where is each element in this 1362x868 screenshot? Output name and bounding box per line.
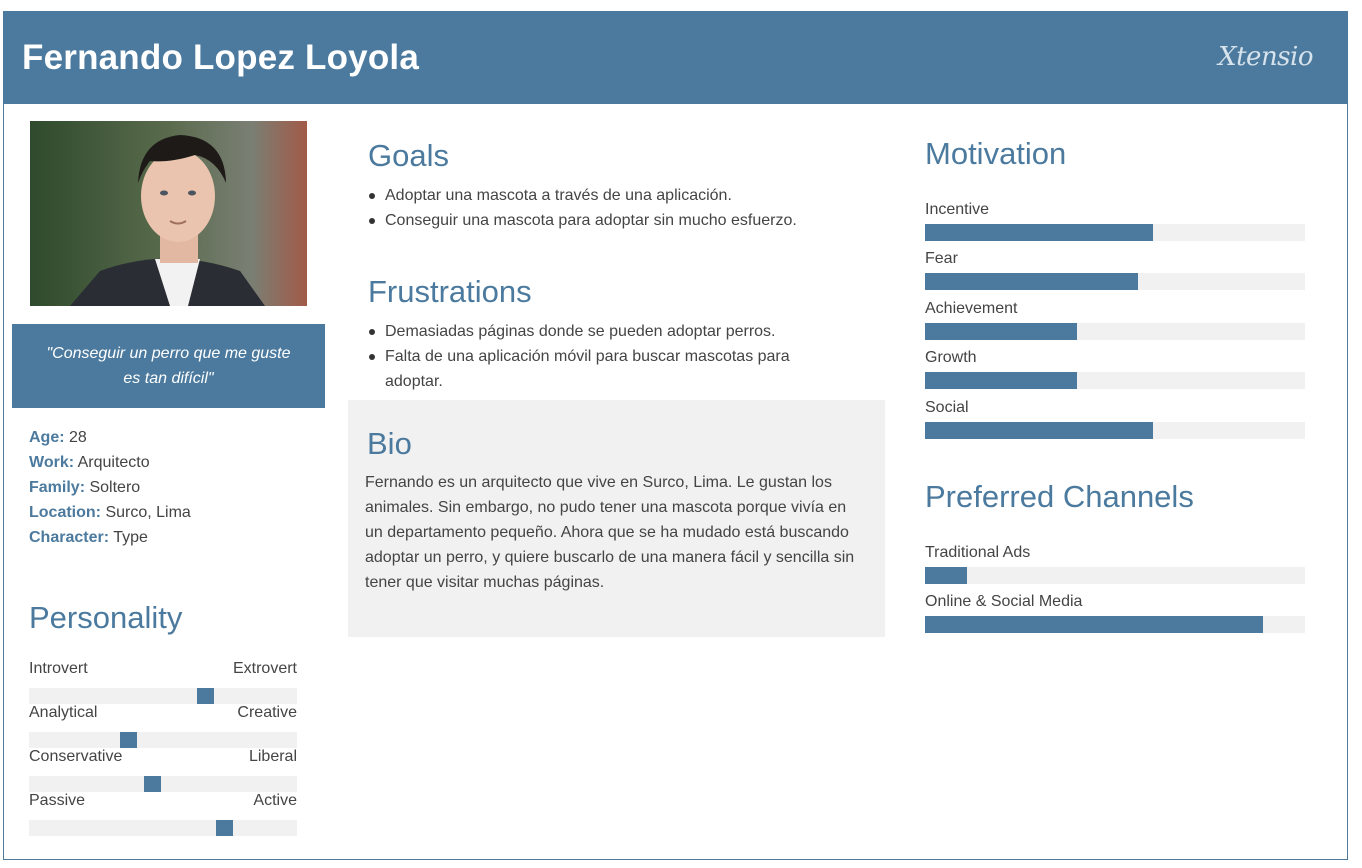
- info-value: Type: [113, 529, 148, 546]
- list-item: Falta de una aplicación móvil para busca…: [367, 344, 847, 394]
- frustrations-heading: Frustrations: [368, 274, 532, 309]
- bar-track: [925, 616, 1305, 633]
- motivation-bar: Fear: [925, 248, 1305, 293]
- header-bar: Fernando Lopez Loyola Xtensio: [4, 12, 1347, 104]
- bio-text: Fernando es un arquitecto que vive en Su…: [365, 474, 855, 591]
- info-label: Location:: [29, 504, 101, 521]
- bar-fill: [925, 372, 1077, 389]
- motivation-bar: Social: [925, 397, 1305, 442]
- info-value: 28: [69, 429, 87, 446]
- demographics-list: Age: 28 Work: Arquitecto Family: Soltero…: [29, 425, 191, 550]
- bar-label: Social: [925, 399, 969, 416]
- bar-track: [925, 422, 1305, 439]
- slider-left-label: Introvert: [29, 660, 88, 677]
- info-value: Arquitecto: [77, 454, 150, 471]
- profile-photo: [30, 121, 307, 306]
- bar-fill: [925, 422, 1153, 439]
- bar-label: Fear: [925, 250, 958, 267]
- slider-left-label: Analytical: [29, 704, 98, 721]
- list-item: Adoptar una mascota a través de una apli…: [367, 183, 847, 208]
- personality-slider: Passive Active: [29, 792, 297, 836]
- info-label: Age:: [29, 429, 65, 446]
- slider-thumb[interactable]: [144, 776, 161, 792]
- persona-quote: "Conseguir un perro que me guste es tan …: [12, 324, 325, 408]
- motivation-heading: Motivation: [925, 136, 1067, 171]
- bar-fill: [925, 224, 1153, 241]
- channel-bar: Online & Social Media: [925, 591, 1305, 636]
- bar-label: Growth: [925, 349, 977, 366]
- slider-right-label: Active: [253, 792, 297, 809]
- bio-panel: Bio Fernando es un arquitecto que vive e…: [348, 400, 885, 637]
- slider-track[interactable]: [29, 776, 297, 792]
- slider-track[interactable]: [29, 820, 297, 836]
- personality-heading: Personality: [29, 600, 183, 635]
- bar-fill: [925, 273, 1138, 290]
- bar-track: [925, 224, 1305, 241]
- info-location: Location: Surco, Lima: [29, 500, 191, 525]
- goals-heading: Goals: [368, 138, 449, 173]
- info-label: Character:: [29, 529, 110, 546]
- bar-label: Online & Social Media: [925, 593, 1083, 610]
- motivation-bar: Incentive: [925, 199, 1305, 244]
- info-family: Family: Soltero: [29, 475, 191, 500]
- slider-track[interactable]: [29, 688, 297, 704]
- list-item: Demasiadas páginas donde se pueden adopt…: [367, 319, 847, 344]
- bar-label: Incentive: [925, 201, 990, 218]
- list-item: Conseguir una mascota para adoptar sin m…: [367, 208, 847, 233]
- person-portrait-image: [30, 121, 307, 306]
- slider-right-label: Creative: [237, 704, 297, 721]
- frustrations-list: Demasiadas páginas donde se pueden adopt…: [367, 319, 847, 394]
- info-value: Surco, Lima: [105, 504, 191, 521]
- slider-track[interactable]: [29, 732, 297, 748]
- motivation-bar: Growth: [925, 347, 1305, 392]
- channels-heading: Preferred Channels: [925, 479, 1194, 514]
- info-label: Work:: [29, 454, 75, 471]
- personality-slider: Introvert Extrovert: [29, 660, 297, 704]
- slider-left-label: Passive: [29, 792, 86, 809]
- channel-bar: Traditional Ads: [925, 542, 1305, 587]
- slider-right-label: Extrovert: [232, 660, 297, 677]
- slider-left-label: Conservative: [29, 748, 123, 765]
- bar-label: Traditional Ads: [925, 544, 1031, 561]
- slider-thumb[interactable]: [216, 820, 233, 836]
- info-label: Family:: [29, 479, 86, 496]
- info-character: Character: Type: [29, 525, 191, 550]
- info-work: Work: Arquitecto: [29, 450, 191, 475]
- bar-label: Achievement: [925, 300, 1018, 317]
- slider-thumb[interactable]: [120, 732, 137, 748]
- bar-track: [925, 372, 1305, 389]
- bio-heading: Bio: [367, 426, 412, 461]
- bar-fill: [925, 323, 1077, 340]
- slider-thumb[interactable]: [197, 688, 214, 704]
- motivation-bar: Achievement: [925, 298, 1305, 343]
- personality-slider: Conservative Liberal: [29, 748, 297, 792]
- info-value: Soltero: [89, 479, 141, 496]
- goals-list: Adoptar una mascota a través de una apli…: [367, 183, 847, 233]
- info-age: Age: 28: [29, 425, 191, 450]
- bar-fill: [925, 616, 1264, 633]
- bar-track: [925, 567, 1305, 584]
- bar-fill: [925, 567, 967, 584]
- brand-logo[interactable]: Xtensio: [1218, 42, 1313, 72]
- bar-track: [925, 323, 1305, 340]
- bar-track: [925, 273, 1305, 290]
- slider-right-label: Liberal: [248, 748, 297, 765]
- personality-slider: Analytical Creative: [29, 704, 297, 748]
- page-title: Fernando Lopez Loyola: [22, 38, 419, 77]
